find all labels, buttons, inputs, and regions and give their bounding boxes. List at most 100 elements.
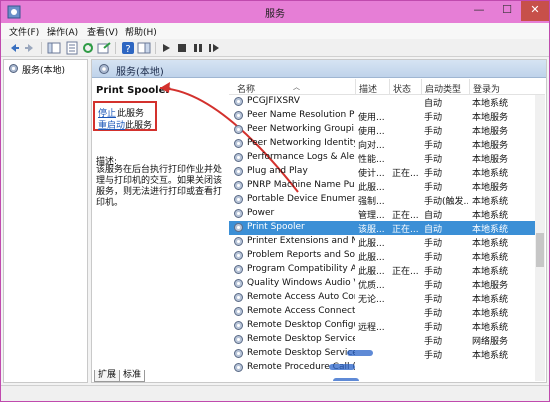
column-logon-as[interactable]: 登录为 (473, 82, 500, 95)
forward-icon[interactable] (23, 41, 37, 55)
table-row[interactable]: Peer Networking Identity... 向对... 手动 本地服务 (229, 137, 535, 151)
row-description: 使用... (358, 113, 385, 123)
properties-icon[interactable] (65, 41, 79, 55)
row-startup-type: 手动(触发... (424, 197, 468, 207)
table-row[interactable]: Remote Desktop Service... 手动 本地系统 (229, 347, 535, 361)
row-logon-as: 网络服务 (472, 337, 509, 347)
row-description: 此服... (358, 183, 385, 193)
tree-item-label: 服务(本地) (22, 66, 66, 76)
row-description: 此服... (358, 267, 385, 277)
column-header: ︿ 名称 描述 状态 启动类型 登录为 (229, 79, 545, 95)
row-description: 远程... (358, 323, 385, 333)
row-name: PCGJFIXSRV (247, 96, 300, 106)
row-startup-type: 手动 (424, 323, 443, 333)
row-description: 管理... (358, 211, 385, 221)
restart-service-link[interactable]: 重启动 (98, 118, 125, 131)
table-row[interactable]: Power 管理... 正在... 自动 本地系统 (229, 207, 535, 221)
table-row[interactable]: Peer Name Resolution Pr... 使用... 手动 本地服务 (229, 109, 535, 123)
status-bar (1, 385, 549, 401)
table-row[interactable]: Remote Desktop Services 手动 网络服务 (229, 333, 535, 347)
row-startup-type: 手动 (424, 239, 443, 249)
restart-icon[interactable] (207, 41, 221, 55)
tab-standard[interactable]: 标准 (119, 370, 146, 382)
back-icon[interactable] (7, 41, 21, 55)
service-gear-icon (234, 209, 243, 218)
row-startup-type: 手动 (424, 267, 443, 277)
table-row[interactable]: PNRP Machine Name Pu... 此服... 手动 本地服务 (229, 179, 535, 193)
show-hide-tree-icon[interactable] (47, 41, 61, 55)
menu-file[interactable]: 文件(F) (9, 25, 39, 38)
row-logon-as: 本地服务 (472, 113, 509, 123)
service-gear-icon (234, 111, 243, 120)
table-row[interactable]: Printer Extensions and N... 此服... 手动 本地系统 (229, 235, 535, 249)
service-gear-icon (234, 181, 243, 190)
row-description: 性能... (358, 155, 385, 165)
minimize-button[interactable]: — (465, 1, 493, 21)
toggle-pane-icon[interactable] (137, 41, 151, 55)
table-row[interactable]: Remote Access Auto Con...无论... 手动 本地系统 (229, 291, 535, 305)
table-row[interactable]: Print Spooler 该服... 正在... 自动 本地系统 (229, 221, 535, 235)
table-row[interactable]: Portable Device Enumera...强制... 手动(触发... 本… (229, 193, 535, 207)
service-gear-icon (234, 335, 243, 344)
menu-action[interactable]: 操作(A) (47, 25, 78, 38)
service-gear-icon (234, 265, 243, 274)
table-row[interactable]: Performance Logs & Aler... 性能... 手动 本地服务 (229, 151, 535, 165)
title-bar[interactable]: 服务 — ☐ ✕ (1, 1, 549, 23)
row-name: Print Spooler (247, 222, 305, 232)
row-status: 正在... (392, 211, 419, 221)
sort-caret-icon: ︿ (293, 83, 300, 91)
service-gear-icon (234, 349, 243, 358)
service-gear-icon (234, 195, 243, 204)
close-button[interactable]: ✕ (521, 1, 549, 21)
scrollbar-thumb[interactable] (536, 233, 544, 267)
row-logon-as: 本地服务 (472, 141, 509, 151)
row-startup-type: 手动 (424, 183, 443, 193)
table-row[interactable]: Peer Networking Groupi... 使用... 手动 本地服务 (229, 123, 535, 137)
row-logon-as: 本地系统 (472, 239, 509, 249)
row-name: Performance Logs & Aler... (247, 152, 355, 162)
menu-help[interactable]: 帮助(H) (125, 25, 157, 38)
table-row[interactable]: Program Compatibility A... 此服... 正在... 手动 本地… (229, 263, 535, 277)
export-icon[interactable] (97, 41, 111, 55)
column-name[interactable]: 名称 (237, 82, 255, 95)
column-description[interactable]: 描述 (359, 82, 377, 95)
table-row[interactable]: Quality Windows Audio V...优质... 手动 本地服务 (229, 277, 535, 291)
vertical-scrollbar[interactable] (535, 95, 545, 381)
pause-icon[interactable] (191, 41, 205, 55)
table-row[interactable]: Remote Desktop Configu...远程... 手动 本地系统 (229, 319, 535, 333)
stop-icon[interactable] (175, 41, 189, 55)
menu-view[interactable]: 查看(V) (87, 25, 118, 38)
column-startup-type[interactable]: 启动类型 (425, 82, 461, 95)
row-logon-as: 本地系统 (472, 295, 509, 305)
row-logon-as: 本地服务 (472, 155, 509, 165)
row-description: 使计... (358, 169, 385, 179)
row-logon-as: 本地系统 (472, 323, 509, 333)
row-name: Power (247, 208, 275, 218)
row-startup-type: 手动 (424, 281, 443, 291)
toolbar: ? (1, 39, 549, 57)
play-icon[interactable] (159, 41, 173, 55)
refresh-icon[interactable] (81, 41, 95, 55)
view-tabs: 扩展 标准 (92, 370, 546, 382)
pane-header: 服务(本地) (92, 60, 546, 78)
maximize-button[interactable]: ☐ (493, 1, 521, 21)
row-name: Remote Desktop Service... (247, 348, 355, 358)
column-status[interactable]: 状态 (393, 82, 411, 95)
service-gear-icon (234, 293, 243, 302)
row-logon-as: 本地系统 (472, 225, 509, 235)
row-startup-type: 手动 (424, 127, 443, 137)
svg-text:?: ? (125, 44, 130, 55)
tab-extended[interactable]: 扩展 (94, 370, 121, 382)
row-startup-type: 自动 (424, 99, 443, 109)
row-name: Peer Networking Identity... (247, 138, 355, 148)
row-name: Peer Name Resolution Pr... (247, 110, 355, 120)
row-description: 无论... (358, 295, 385, 305)
row-startup-type: 手动 (424, 155, 443, 165)
row-logon-as: 本地系统 (472, 197, 509, 207)
table-row[interactable]: Plug and Play 使计... 正在... 手动 本地系统 (229, 165, 535, 179)
help-icon[interactable]: ? (121, 41, 135, 55)
row-description: 此服... (358, 253, 385, 263)
table-row[interactable]: Problem Reports and Sol... 此服... 手动 本地系统 (229, 249, 535, 263)
table-row[interactable]: Remote Access Connecti... 手动 本地系统 (229, 305, 535, 319)
table-row[interactable]: PCGJFIXSRV 自动 本地系统 (229, 95, 535, 109)
